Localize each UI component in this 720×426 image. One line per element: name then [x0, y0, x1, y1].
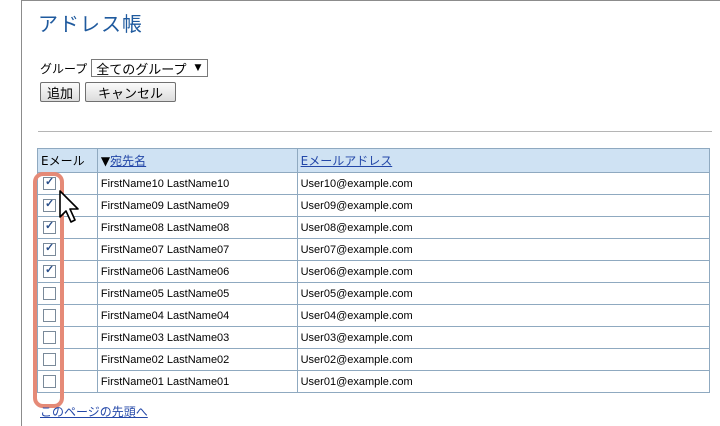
row-checkbox-cell [37, 238, 98, 261]
row-checkbox-cell [37, 370, 98, 393]
recipient-name: FirstName09 LastName09 [96, 194, 298, 217]
table-row: FirstName05 LastName05 User05@example.com [37, 282, 711, 305]
table-row: FirstName09 LastName09User09@example.com [37, 194, 711, 217]
email-address: User04@example.com [296, 304, 711, 327]
sort-by-address-link[interactable]: Eメールアドレス [301, 154, 393, 168]
chevron-down-icon: ▼ [194, 63, 202, 73]
email-address: User10@example.com [296, 172, 711, 195]
divider [38, 131, 712, 132]
row-checkbox-cell [37, 326, 98, 349]
email-checkbox[interactable] [43, 309, 56, 322]
recipient-name: FirstName02 LastName02 [96, 348, 298, 371]
email-checkbox[interactable] [43, 287, 56, 300]
table-row: FirstName03 LastName03 User03@example.com [37, 326, 711, 349]
table-header-row: Eメール ▼宛先名 Eメールアドレス [37, 148, 711, 173]
table-row: FirstName06 LastName06User06@example.com [37, 260, 711, 283]
action-buttons: 追加 キャンセル [40, 82, 177, 102]
recipient-name: FirstName08 LastName08 [96, 216, 298, 239]
email-checkbox[interactable] [43, 263, 56, 278]
page-title: アドレス帳 [38, 12, 143, 36]
group-select-value: 全てのグループ [96, 62, 187, 78]
group-filter: グループ 全てのグループ ▼ [40, 58, 209, 78]
table-row: FirstName08 LastName08User08@example.com [37, 216, 711, 239]
table-row: FirstName01 LastName01 User01@example.com [37, 370, 711, 393]
sort-desc-icon: ▼ [100, 154, 111, 168]
email-address: User08@example.com [296, 216, 711, 239]
email-address: User07@example.com [296, 238, 711, 261]
table-row: FirstName02 LastName02 User02@example.com [37, 348, 711, 371]
add-button[interactable]: 追加 [40, 82, 81, 102]
table-row: FirstName04 LastName04 User04@example.com [37, 304, 711, 327]
recipient-name: FirstName07 LastName07 [96, 238, 298, 261]
recipient-name: FirstName06 LastName06 [96, 260, 298, 283]
recipient-name: FirstName04 LastName04 [96, 304, 298, 327]
email-checkbox[interactable] [43, 219, 56, 234]
row-checkbox-cell [37, 348, 98, 371]
mouse-pointer-icon [59, 190, 79, 223]
email-checkbox[interactable] [43, 241, 56, 256]
address-table: Eメール ▼宛先名 Eメールアドレス FirstName10 LastName1… [37, 148, 711, 393]
email-address: User09@example.com [296, 194, 711, 217]
email-address: User06@example.com [296, 260, 711, 283]
email-address: User01@example.com [296, 370, 711, 393]
email-checkbox[interactable] [43, 375, 56, 388]
email-checkbox[interactable] [43, 175, 56, 190]
table-row: FirstName10 LastName10User10@example.com [37, 172, 711, 195]
column-header-name[interactable]: ▼宛先名 [96, 148, 298, 173]
email-address: User05@example.com [296, 282, 711, 305]
group-select[interactable]: 全てのグループ ▼ [91, 59, 209, 78]
table-row: FirstName07 LastName07User07@example.com [37, 238, 711, 261]
column-header-email: Eメール [37, 148, 98, 173]
sort-by-name-link[interactable]: 宛先名 [110, 154, 146, 168]
group-label: グループ [40, 61, 88, 76]
row-checkbox-cell [37, 260, 98, 283]
email-checkbox[interactable] [43, 197, 56, 212]
email-checkbox[interactable] [43, 353, 56, 366]
email-checkbox[interactable] [43, 331, 56, 344]
email-address: User02@example.com [296, 348, 711, 371]
recipient-name: FirstName03 LastName03 [96, 326, 298, 349]
column-header-address[interactable]: Eメールアドレス [296, 148, 711, 173]
recipient-name: FirstName10 LastName10 [96, 172, 298, 195]
row-checkbox-cell [37, 304, 98, 327]
row-checkbox-cell [37, 282, 98, 305]
recipient-name: FirstName05 LastName05 [96, 282, 298, 305]
recipient-name: FirstName01 LastName01 [96, 370, 298, 393]
email-address: User03@example.com [296, 326, 711, 349]
cancel-button[interactable]: キャンセル [85, 82, 177, 102]
back-to-top-link[interactable]: このページの先頭へ [40, 403, 148, 420]
